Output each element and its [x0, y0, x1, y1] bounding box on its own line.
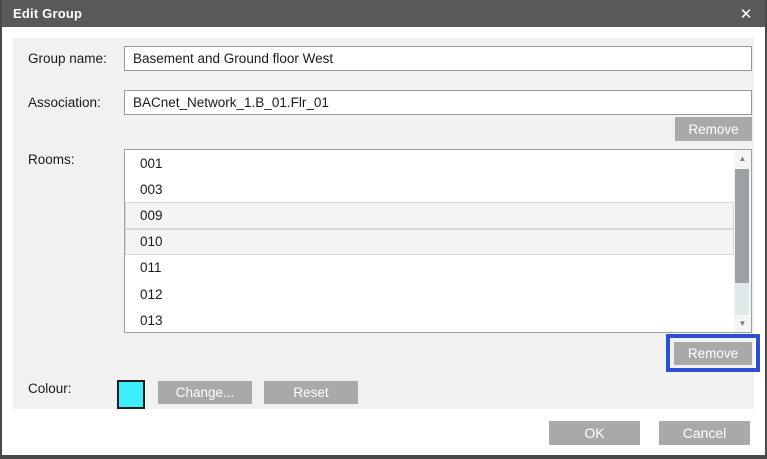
close-icon[interactable]: ✕	[731, 0, 761, 27]
room-list-item[interactable]: 011	[125, 255, 734, 281]
room-list-item[interactable]: 009	[125, 202, 734, 228]
edit-group-dialog: Edit Group ✕ Group name: Association: Re…	[0, 0, 767, 459]
room-list-item[interactable]: 010	[125, 229, 734, 255]
rooms-scrollbar[interactable]: ▲ ▼	[734, 150, 751, 332]
room-list-item[interactable]: 013	[125, 307, 734, 333]
title-bar: Edit Group ✕	[0, 0, 767, 27]
rooms-rows: 001003009010011012013	[125, 150, 734, 333]
rooms-label: Rooms:	[28, 152, 75, 167]
room-list-item[interactable]: 012	[125, 281, 734, 307]
group-name-input[interactable]	[124, 46, 752, 71]
cancel-button[interactable]: Cancel	[659, 421, 750, 445]
association-remove-button[interactable]: Remove	[675, 117, 752, 141]
rooms-remove-button[interactable]: Remove	[674, 342, 752, 365]
scroll-down-icon[interactable]: ▼	[734, 315, 751, 332]
association-input[interactable]	[124, 90, 752, 115]
scroll-up-icon[interactable]: ▲	[734, 150, 751, 167]
scrollbar-track[interactable]	[735, 283, 749, 315]
group-name-label: Group name:	[28, 51, 107, 66]
room-list-item[interactable]: 003	[125, 176, 734, 202]
dialog-title: Edit Group	[0, 6, 82, 21]
rooms-listbox[interactable]: 001003009010011012013 ▲ ▼	[124, 149, 752, 333]
scrollbar-thumb[interactable]	[735, 169, 749, 283]
colour-change-button[interactable]: Change...	[158, 381, 252, 404]
room-list-item[interactable]: 001	[125, 150, 734, 176]
association-label: Association:	[28, 95, 101, 110]
ok-button[interactable]: OK	[549, 421, 640, 445]
colour-swatch[interactable]	[117, 380, 145, 409]
colour-label: Colour:	[28, 381, 72, 396]
colour-reset-button[interactable]: Reset	[264, 381, 358, 404]
